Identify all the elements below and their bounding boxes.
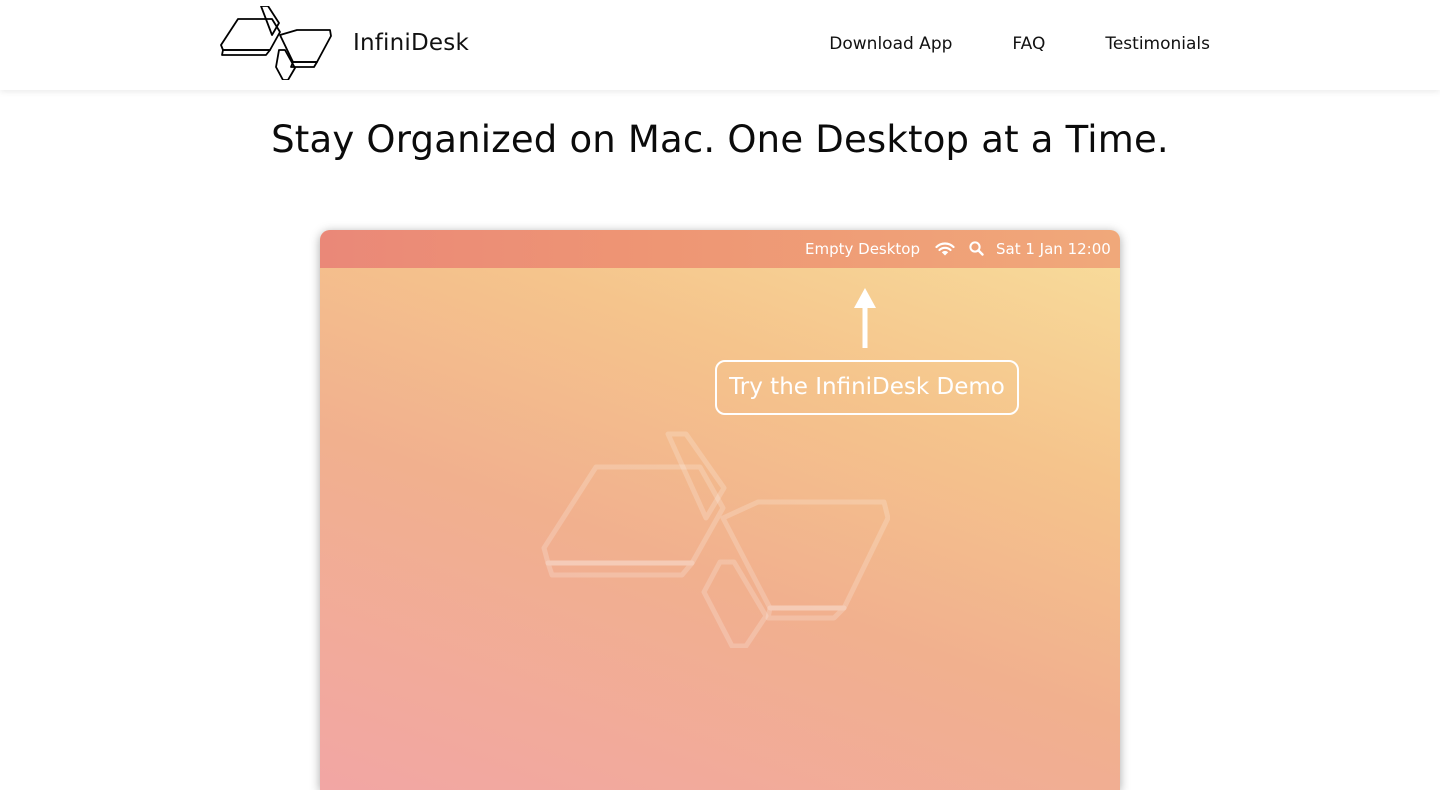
brand-name: InfiniDesk xyxy=(353,30,469,56)
nav-download-app[interactable]: Download App xyxy=(829,30,952,58)
desktop-name-label[interactable]: Empty Desktop xyxy=(805,230,920,268)
datetime-label: Sat 1 Jan 12:00 xyxy=(996,240,1111,258)
nav-faq[interactable]: FAQ xyxy=(1012,30,1045,58)
search-icon xyxy=(969,241,984,256)
infinidesk-logo-watermark xyxy=(541,431,890,648)
hero-headline: Stay Organized on Mac. One Desktop at a … xyxy=(271,118,1169,161)
demo-desktop-window: Empty Desktop Sat 1 Jan 12:00 Try the In… xyxy=(320,230,1120,790)
wifi-icon xyxy=(935,242,955,256)
infinidesk-logo-icon xyxy=(220,6,332,80)
nav-testimonials[interactable]: Testimonials xyxy=(1105,30,1210,58)
main-nav: Download App FAQ Testimonials xyxy=(829,30,1210,58)
site-header: InfiniDesk Download App FAQ Testimonials xyxy=(0,0,1440,90)
try-demo-button[interactable]: Try the InfiniDesk Demo xyxy=(715,360,1019,415)
arrow-up-icon xyxy=(854,288,876,348)
mac-menubar: Empty Desktop Sat 1 Jan 12:00 xyxy=(320,230,1120,268)
brand-link[interactable]: InfiniDesk xyxy=(218,6,469,80)
